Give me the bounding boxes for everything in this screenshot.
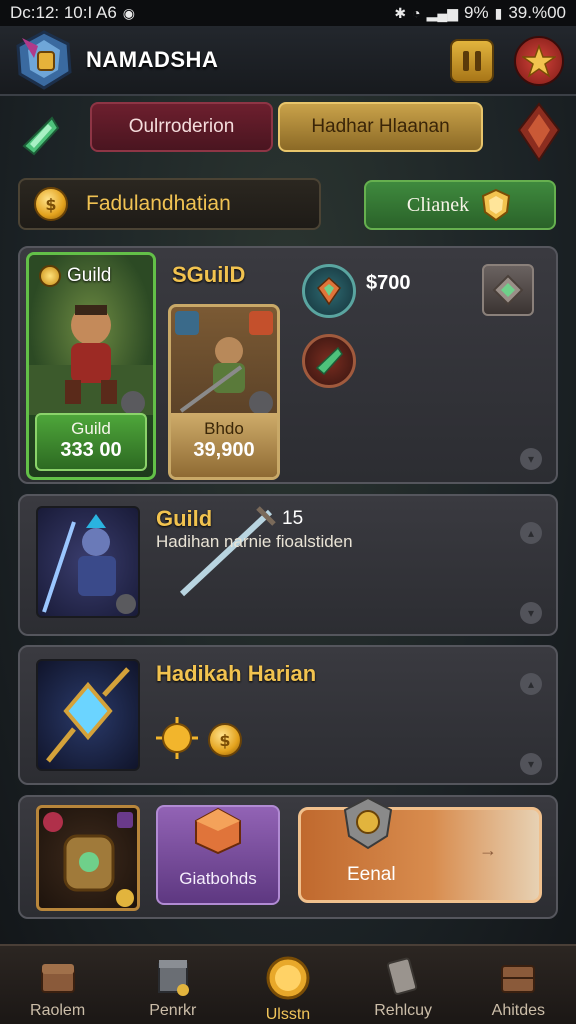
- staff-portrait: [36, 659, 140, 771]
- coin-icon: $: [208, 723, 242, 757]
- nav-label: Penrkr: [149, 1002, 197, 1019]
- item-description: Hadihan narnie fioalstiden: [156, 532, 353, 551]
- green-crystal-icon: [20, 116, 60, 160]
- final-button-label: Eenal: [347, 864, 396, 885]
- nav-item-raolem[interactable]: Raolem: [3, 946, 113, 1024]
- chevron-down-icon[interactable]: ▾: [520, 753, 542, 775]
- sguild-price-label: Bhdo: [204, 419, 244, 438]
- guild-button-label: Giatbohds: [179, 869, 257, 888]
- tab-overview[interactable]: Oulrroderion: [90, 102, 273, 152]
- star-button[interactable]: [514, 36, 564, 86]
- tabs-row: Oulrroderion Hadhar Hlaanan: [0, 102, 576, 162]
- shop-icon: [157, 960, 189, 996]
- status-right-time: 39.%00: [508, 3, 566, 22]
- knight-portrait: [36, 506, 140, 618]
- sguild-price-value: 39,900: [193, 439, 255, 461]
- guild-card[interactable]: Guild Guild 333 00: [26, 252, 156, 480]
- top-bar: NAMADSHA: [0, 26, 576, 96]
- coin-icon: [266, 956, 310, 1000]
- sguild-price-box: Bhdo 39,900: [171, 413, 277, 477]
- app-title: NAMADSHA: [86, 47, 219, 72]
- chevron-up-icon[interactable]: ▴: [520, 673, 542, 695]
- crystal-orb-button[interactable]: [302, 334, 356, 388]
- wifi-icon: ◔: [412, 5, 421, 21]
- guild-button[interactable]: Giatbohds: [156, 805, 280, 905]
- rune-icon: [492, 274, 524, 306]
- coin-icon: [39, 265, 61, 287]
- chevron-up-icon[interactable]: ▴: [520, 522, 542, 544]
- warrior-art-icon: [175, 311, 273, 415]
- game-logo-icon: [12, 28, 76, 92]
- sguild-card[interactable]: Bhdo 39,900: [168, 304, 280, 480]
- signal-icon: ▂▄▆: [426, 4, 459, 21]
- sword-icon: [179, 506, 276, 597]
- chevron-down-icon[interactable]: ▾: [520, 448, 542, 470]
- status-time: Dc:12: 10:I A6: [10, 3, 117, 22]
- green-crystal-icon: [315, 346, 343, 376]
- status-bar: Dc:12: 10:I A6 ◉ ✱ ◔ ▂▄▆ 9% ▮ 39.%00: [0, 0, 576, 26]
- guild-price-box: Guild 333 00: [35, 413, 147, 471]
- nav-label: Rehlcuy: [374, 1002, 433, 1019]
- nav-item-ulsstn[interactable]: Ulsstn: [233, 946, 343, 1024]
- battery-icon: ▮: [494, 4, 503, 21]
- guild-card-header: Guild: [39, 265, 111, 287]
- pause-icon: [463, 51, 481, 71]
- gold-badge-icon: [482, 188, 511, 222]
- featured-panel: Guild Guild 333 00 SGuilD Bhdo 39,900 $7…: [18, 246, 558, 484]
- armor-slot[interactable]: [36, 805, 140, 911]
- shield-coin-icon: [343, 796, 393, 850]
- guild-price-label: Guild: [71, 419, 111, 438]
- item-panel-harian[interactable]: Hadikah Harian $ ▴ ▾: [18, 645, 558, 785]
- featured-price: $700: [366, 272, 411, 294]
- nav-item-rehlcuy[interactable]: Rehlcuy: [348, 946, 458, 1024]
- rune-button[interactable]: [482, 264, 534, 316]
- final-button[interactable]: Eenal →: [298, 796, 542, 903]
- nav-label: Ahitdes: [491, 1002, 546, 1019]
- tab-hadhar[interactable]: Hadhar Hlaanan: [278, 102, 483, 152]
- gem-icon: [317, 276, 341, 306]
- nav-label: Ulsstn: [265, 1006, 311, 1023]
- claim-label: Clianek: [406, 193, 470, 216]
- nav-label: Raolem: [30, 1002, 86, 1019]
- gem-orb-button[interactable]: [302, 264, 356, 318]
- gift-box-icon: [195, 807, 241, 855]
- item-title: Hadikah Harian: [156, 661, 317, 686]
- item-panel-guild[interactable]: Guild 15 Hadihan narnie fioalstiden ▴ ▾: [18, 494, 558, 636]
- sguild-title: SGuilD: [172, 262, 246, 287]
- search-text: Fadulandhatian: [86, 192, 231, 215]
- knight-art-icon: [42, 514, 136, 614]
- nav-item-ahitdes[interactable]: Ahitdes: [463, 946, 573, 1024]
- search-bar[interactable]: $ Fadulandhatian: [18, 178, 321, 230]
- coin-icon: $: [34, 187, 68, 221]
- staff-art-icon: [46, 667, 130, 763]
- crate-icon: [501, 965, 536, 993]
- arrow-right-icon: →: [479, 840, 497, 860]
- bottom-nav: Raolem Penrkr Ulsstn Rehlcuy Ahitdes: [0, 944, 576, 1024]
- notification-icon: ◉: [122, 4, 136, 21]
- item-count: 15: [282, 508, 304, 529]
- battery-percent: 9%: [464, 3, 489, 22]
- chevron-down-icon[interactable]: ▾: [520, 602, 542, 624]
- pause-button[interactable]: [450, 39, 494, 83]
- armor-icon: [43, 812, 134, 907]
- claim-button[interactable]: Clianek: [364, 180, 556, 230]
- chest-icon: [40, 964, 75, 993]
- star-icon: [522, 44, 556, 78]
- sun-coin-icon: [156, 717, 198, 759]
- red-crystal-icon: [514, 102, 564, 166]
- scroll-icon: [387, 957, 418, 995]
- guild-card-title: Guild: [67, 265, 112, 286]
- nav-item-penrkr[interactable]: Penrkr: [118, 946, 228, 1024]
- bluetooth-icon: ✱: [394, 4, 407, 21]
- guild-price-value: 333 00: [60, 439, 122, 461]
- actions-panel: Giatbohds Eenal →: [18, 795, 558, 919]
